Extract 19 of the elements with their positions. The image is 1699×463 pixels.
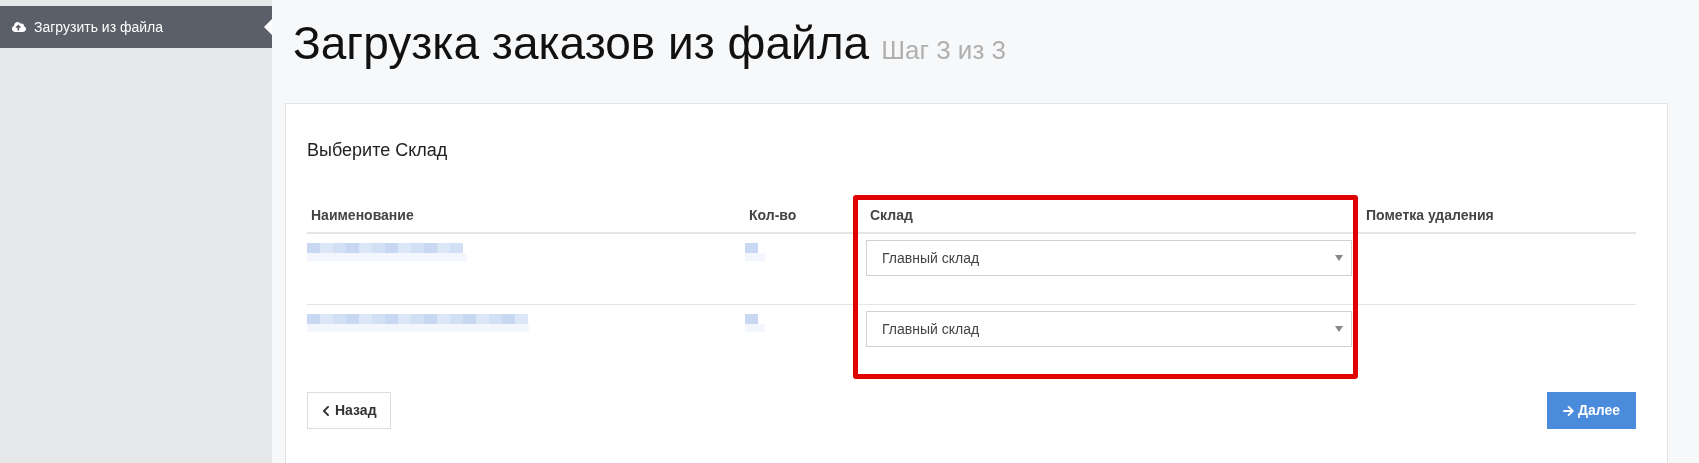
back-button[interactable]: Назад: [307, 392, 391, 429]
blurred-text: [745, 314, 765, 334]
step-indicator: Шаг 3 из 3: [881, 34, 1006, 67]
cloud-upload-icon: [12, 20, 26, 34]
sidebar-item[interactable]: Загрузить из файла: [0, 6, 272, 48]
warehouse-select[interactable]: Главный склад: [866, 240, 1352, 276]
blurred-text: [745, 243, 765, 263]
warehouse-select[interactable]: Главный склад: [866, 311, 1352, 347]
pointer-notch: [264, 19, 272, 35]
column-header: Наименование: [310, 205, 415, 225]
dropdown-caret-icon: [1335, 255, 1343, 261]
column-header: Пометка удаления: [1365, 205, 1495, 225]
dropdown-caret-icon: [1335, 326, 1343, 332]
chevron-left-icon: [321, 404, 331, 417]
column-header: Склад: [869, 205, 914, 225]
arrow-right-icon: [1562, 404, 1574, 417]
next-button[interactable]: Далее: [1546, 392, 1636, 429]
section-title: Выберите Склад: [307, 139, 449, 162]
column-header: Кол-во: [748, 205, 798, 225]
